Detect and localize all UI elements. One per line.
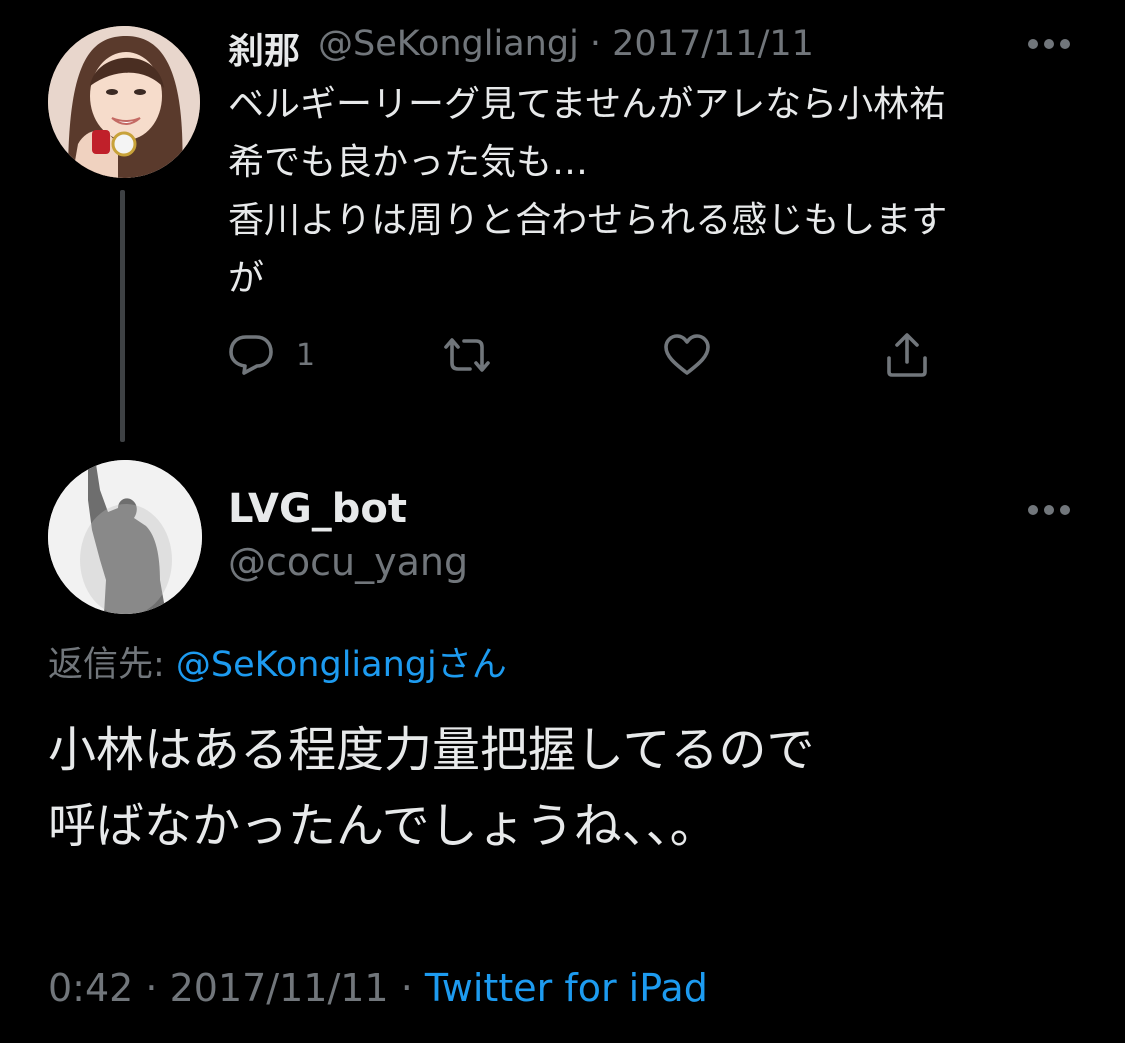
- avatar-parent[interactable]: [48, 26, 200, 178]
- more-horizontal-icon: [1028, 39, 1070, 49]
- reply-bubble-icon: [229, 335, 273, 375]
- avatar-main[interactable]: [48, 460, 202, 614]
- like-button[interactable]: [662, 333, 712, 377]
- parent-tweet-text: ベルギーリーグ見てませんがアレなら小林祐 希でも良かった気も… 香川よりは周りと…: [228, 84, 948, 299]
- profile-photo-silhouette-icon: [48, 460, 202, 614]
- reply-count: 1: [296, 337, 316, 373]
- more-options-button[interactable]: [1026, 36, 1072, 52]
- thread-line: [120, 190, 125, 442]
- meta-separator: ·: [388, 966, 425, 1010]
- share-button[interactable]: [882, 330, 932, 380]
- more-options-button[interactable]: [1026, 502, 1072, 518]
- replying-to: 返信先: @SeKongliangjさん: [48, 636, 507, 687]
- parent-display-name[interactable]: 刹那: [228, 22, 300, 74]
- tweet-date[interactable]: 2017/11/11: [170, 966, 389, 1010]
- more-horizontal-icon: [1028, 505, 1070, 515]
- share-upload-icon: [887, 333, 927, 377]
- main-handle[interactable]: @cocu_yang: [228, 540, 468, 584]
- main-display-name[interactable]: LVG_bot: [228, 486, 407, 532]
- profile-photo-woman-icon: [48, 26, 200, 178]
- tweet-source-link[interactable]: Twitter for iPad: [425, 966, 708, 1010]
- tweet-meta: 0:42 · 2017/11/11 · Twitter for iPad: [48, 966, 708, 1010]
- tweet-time[interactable]: 0:42: [48, 966, 133, 1010]
- meta-separator: ·: [133, 966, 170, 1010]
- main-tweet-text: 小林はある程度力量把握してるので 呼ばなかったんでしょうね、、。: [48, 722, 815, 854]
- replying-mention-link[interactable]: @SeKongliangjさん: [176, 645, 507, 685]
- reply-button[interactable]: 1: [228, 333, 315, 377]
- retweet-button[interactable]: [440, 333, 494, 377]
- parent-handle-date[interactable]: @SeKongliangj · 2017/11/11: [318, 24, 814, 64]
- replying-prefix: 返信先:: [48, 645, 176, 685]
- retweet-icon: [444, 338, 490, 372]
- replying-mention-suffix: さん: [436, 645, 507, 685]
- replying-mention-handle: @SeKongliangj: [175, 645, 437, 685]
- heart-icon: [664, 334, 710, 375]
